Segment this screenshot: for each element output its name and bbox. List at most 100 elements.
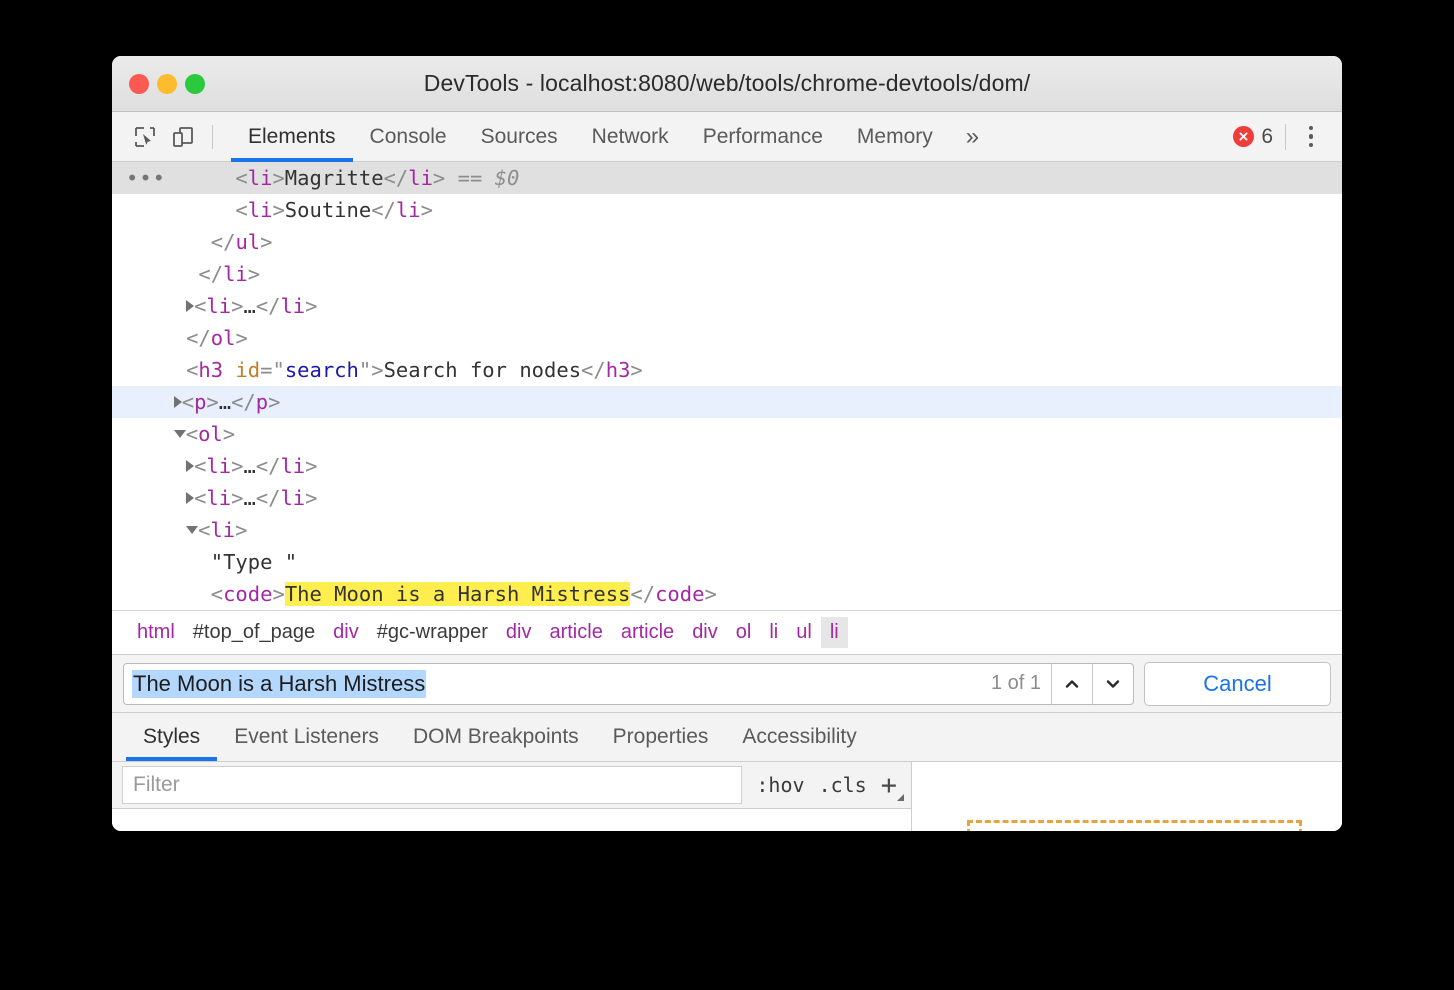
dom-tag-name: li bbox=[223, 262, 248, 286]
breadcrumb-item[interactable]: li bbox=[821, 617, 848, 648]
dom-text: > bbox=[305, 486, 317, 510]
scroll-ellipsis-icon[interactable]: ••• bbox=[126, 162, 166, 194]
dom-node-row[interactable]: <li> bbox=[112, 514, 1342, 546]
toolbar-divider-right bbox=[1285, 124, 1286, 150]
breadcrumb-item[interactable]: ol bbox=[727, 617, 761, 648]
dom-tree[interactable]: ••• <li>Magritte</li> == $0 <li>Soutine<… bbox=[112, 162, 1342, 610]
indent-spacer bbox=[112, 390, 174, 414]
hov-toggle-button[interactable]: :hov bbox=[756, 773, 804, 797]
dom-text: > bbox=[206, 390, 218, 414]
dom-text bbox=[112, 230, 211, 254]
disclosure-triangle-open-icon[interactable] bbox=[186, 526, 198, 534]
breadcrumb-item[interactable]: article bbox=[540, 617, 611, 648]
tab-elements[interactable]: Elements bbox=[231, 112, 353, 162]
sidebar-tab-styles[interactable]: Styles bbox=[126, 713, 217, 761]
search-match-count: 1 of 1 bbox=[991, 672, 1051, 695]
cancel-button[interactable]: Cancel bbox=[1144, 662, 1331, 706]
sidebar-tab-properties[interactable]: Properties bbox=[596, 713, 726, 761]
dom-text bbox=[112, 582, 211, 606]
dom-node-row[interactable]: <li>…</li> bbox=[112, 482, 1342, 514]
dom-text: > bbox=[235, 326, 247, 350]
dom-search-bar: The Moon is a Harsh Mistress 1 of 1 Canc… bbox=[112, 654, 1342, 712]
tab-network[interactable]: Network bbox=[575, 112, 686, 162]
dom-node-row[interactable]: <code>The Moon is a Harsh Mistress</code… bbox=[112, 578, 1342, 610]
dom-node-row[interactable]: <li>Soutine</li> bbox=[112, 194, 1342, 226]
breadcrumb-item[interactable]: #top_of_page bbox=[184, 617, 324, 648]
dom-tag-name: li bbox=[280, 486, 305, 510]
dom-node-row[interactable]: <li>…</li> bbox=[112, 450, 1342, 482]
kebab-dot bbox=[1309, 143, 1314, 148]
sidebar-tab-accessibility[interactable]: Accessibility bbox=[725, 713, 873, 761]
dom-tag-name: li bbox=[206, 486, 231, 510]
dom-tag-name: li bbox=[408, 166, 433, 190]
dom-text bbox=[112, 358, 186, 382]
tab-sources[interactable]: Sources bbox=[464, 112, 575, 162]
dom-text: < bbox=[235, 166, 247, 190]
close-window-button[interactable] bbox=[129, 74, 149, 94]
dom-tag-name: p bbox=[194, 390, 206, 414]
tab-console[interactable]: Console bbox=[353, 112, 464, 162]
styles-filter-input[interactable]: Filter bbox=[122, 766, 742, 804]
dom-text: > bbox=[305, 454, 317, 478]
tab-memory[interactable]: Memory bbox=[840, 112, 950, 162]
dom-text: < bbox=[235, 198, 247, 222]
dom-node-row[interactable]: </ol> bbox=[112, 322, 1342, 354]
disclosure-triangle-closed-icon[interactable] bbox=[186, 460, 194, 472]
styles-toolbar: :hov .cls + bbox=[742, 772, 911, 799]
breadcrumb-item[interactable]: html bbox=[128, 617, 184, 648]
dom-node-row[interactable]: "Type " bbox=[112, 546, 1342, 578]
new-style-rule-button[interactable]: + bbox=[881, 772, 897, 799]
disclosure-triangle-open-icon[interactable] bbox=[174, 430, 186, 438]
maximize-window-button[interactable] bbox=[185, 74, 205, 94]
device-toolbar-icon[interactable] bbox=[164, 118, 202, 156]
breadcrumb-item[interactable]: div bbox=[683, 617, 727, 648]
breadcrumb-item[interactable]: #gc-wrapper bbox=[368, 617, 497, 648]
search-input[interactable]: The Moon is a Harsh Mistress 1 of 1 bbox=[123, 663, 1134, 705]
dom-tag-name: li bbox=[280, 454, 305, 478]
error-count-badge[interactable]: 6 bbox=[1233, 125, 1285, 149]
disclosure-triangle-closed-icon[interactable] bbox=[174, 396, 182, 408]
dom-text bbox=[112, 262, 198, 286]
dom-node-row[interactable]: ••• <li>Magritte</li> == $0 bbox=[112, 162, 1342, 194]
dom-text: </ bbox=[198, 262, 223, 286]
dom-text: Soutine bbox=[285, 198, 371, 222]
chevron-down-icon[interactable] bbox=[1092, 663, 1133, 705]
dom-node-row[interactable]: </ul> bbox=[112, 226, 1342, 258]
sidebar-tab-event-listeners[interactable]: Event Listeners bbox=[217, 713, 396, 761]
breadcrumb-item[interactable]: div bbox=[324, 617, 368, 648]
dom-text: < bbox=[186, 358, 198, 382]
dom-text: </ bbox=[256, 486, 281, 510]
kebab-menu-icon[interactable] bbox=[1292, 118, 1330, 156]
dom-tag-name: code bbox=[223, 582, 272, 606]
dom-node-row[interactable]: <li>…</li> bbox=[112, 290, 1342, 322]
dom-node-row[interactable]: <p>…</p> bbox=[112, 386, 1342, 418]
breadcrumb-item[interactable]: li bbox=[760, 617, 787, 648]
dom-text: </ bbox=[630, 582, 655, 606]
disclosure-triangle-closed-icon[interactable] bbox=[186, 300, 194, 312]
styles-pane-left: Filter :hov .cls + bbox=[112, 762, 912, 831]
dom-text: Magritte bbox=[285, 166, 384, 190]
inspect-element-icon[interactable] bbox=[126, 118, 164, 156]
styles-pane-divider bbox=[112, 808, 911, 809]
dom-text bbox=[223, 358, 235, 382]
tab-performance[interactable]: Performance bbox=[686, 112, 840, 162]
dom-node-row[interactable]: </li> bbox=[112, 258, 1342, 290]
dom-text: < bbox=[211, 582, 223, 606]
dom-node-row[interactable]: <ol> bbox=[112, 418, 1342, 450]
disclosure-triangle-closed-icon[interactable] bbox=[186, 492, 194, 504]
minimize-window-button[interactable] bbox=[157, 74, 177, 94]
breadcrumb-item[interactable]: ul bbox=[787, 617, 821, 648]
sidebar-tab-dom-breakpoints[interactable]: DOM Breakpoints bbox=[396, 713, 596, 761]
dom-tag-name: ol bbox=[211, 326, 236, 350]
more-panels-icon[interactable]: » bbox=[950, 112, 993, 162]
dom-tag-name: li bbox=[206, 454, 231, 478]
cls-toggle-button[interactable]: .cls bbox=[819, 773, 867, 797]
chevron-up-icon[interactable] bbox=[1051, 663, 1092, 705]
dom-text: > bbox=[248, 262, 260, 286]
dom-tag-name: h3 bbox=[198, 358, 223, 382]
dom-node-row[interactable]: <h3 id="search">Search for nodes</h3> bbox=[112, 354, 1342, 386]
breadcrumb-item[interactable]: article bbox=[612, 617, 683, 648]
dom-text: > bbox=[231, 454, 243, 478]
breadcrumb-item[interactable]: div bbox=[497, 617, 541, 648]
error-circle-icon bbox=[1233, 126, 1254, 147]
